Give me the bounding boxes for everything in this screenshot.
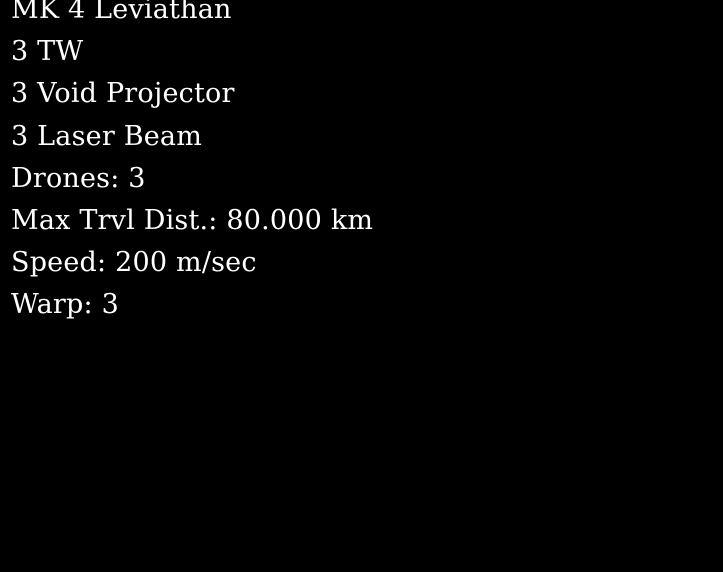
weapon-void-projector-count: 3 Void Projector: [11, 78, 235, 110]
weapon-laser-beam-count: 3 Laser Beam: [11, 120, 203, 152]
speed-stat: Speed: 200 m/sec: [11, 247, 257, 279]
ship-stats-list: MK 4 Leviathan 3 TW 3 Void Projector 3 L…: [11, 0, 373, 327]
weapon-tw-count: 3 TW: [11, 36, 84, 68]
ship-model-name: MK 4 Leviathan: [11, 0, 232, 25]
ship-info-screen: MK 4 Leviathan 3 TW 3 Void Projector 3 L…: [0, 0, 723, 572]
drones-stat: Drones: 3: [11, 162, 146, 194]
max-travel-distance-stat: Max Trvl Dist.: 80.000 km: [11, 204, 374, 236]
warp-stat: Warp: 3: [11, 289, 119, 321]
